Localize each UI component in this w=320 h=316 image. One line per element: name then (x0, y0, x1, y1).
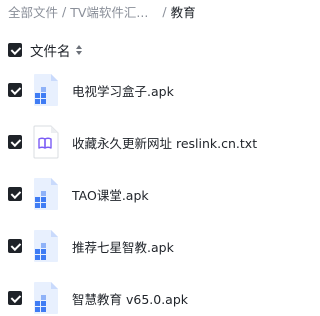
row-checkbox[interactable] (8, 239, 22, 253)
list-item[interactable]: 电视学习盒子.apk (0, 64, 259, 116)
apk-file-icon (34, 230, 58, 262)
select-all-checkbox[interactable] (8, 43, 22, 57)
row-checkbox[interactable] (8, 135, 22, 149)
txt-file-icon (33, 125, 59, 159)
apk-file-icon (34, 282, 58, 314)
filename-column-header[interactable]: 文件名 (30, 40, 71, 60)
sort-icon[interactable] (75, 45, 82, 55)
row-checkbox[interactable] (8, 291, 22, 305)
file-name[interactable]: TAO课堂.apk (72, 185, 149, 204)
breadcrumb-separator: / (162, 3, 167, 19)
file-name[interactable]: 收藏永久更新网址 reslink.cn.txt (72, 133, 257, 152)
list-item[interactable]: 智慧教育 v65.0.apk (0, 272, 259, 316)
list-item[interactable]: TAO课堂.apk (0, 168, 259, 220)
apk-file-icon (34, 74, 58, 106)
file-name[interactable]: 智慧教育 v65.0.apk (72, 289, 188, 308)
breadcrumb-current: 教育 (170, 4, 196, 20)
file-name[interactable]: 推荐七星智教.apk (72, 237, 174, 256)
file-list-header: 文件名 (8, 38, 82, 62)
breadcrumb-item-all-files[interactable]: 全部文件 (8, 2, 58, 21)
apk-file-icon (34, 178, 58, 210)
breadcrumb-item-tv-software[interactable]: TV端软件汇... (70, 2, 148, 21)
breadcrumb-separator: / (62, 3, 67, 19)
row-checkbox[interactable] (8, 187, 22, 201)
breadcrumb: 全部文件 / TV端软件汇... / 教育 (8, 0, 196, 22)
file-name[interactable]: 电视学习盒子.apk (72, 81, 174, 100)
list-item[interactable]: 推荐七星智教.apk (0, 220, 259, 272)
list-item[interactable]: 收藏永久更新网址 reslink.cn.txt (0, 116, 259, 168)
row-checkbox[interactable] (8, 83, 22, 97)
